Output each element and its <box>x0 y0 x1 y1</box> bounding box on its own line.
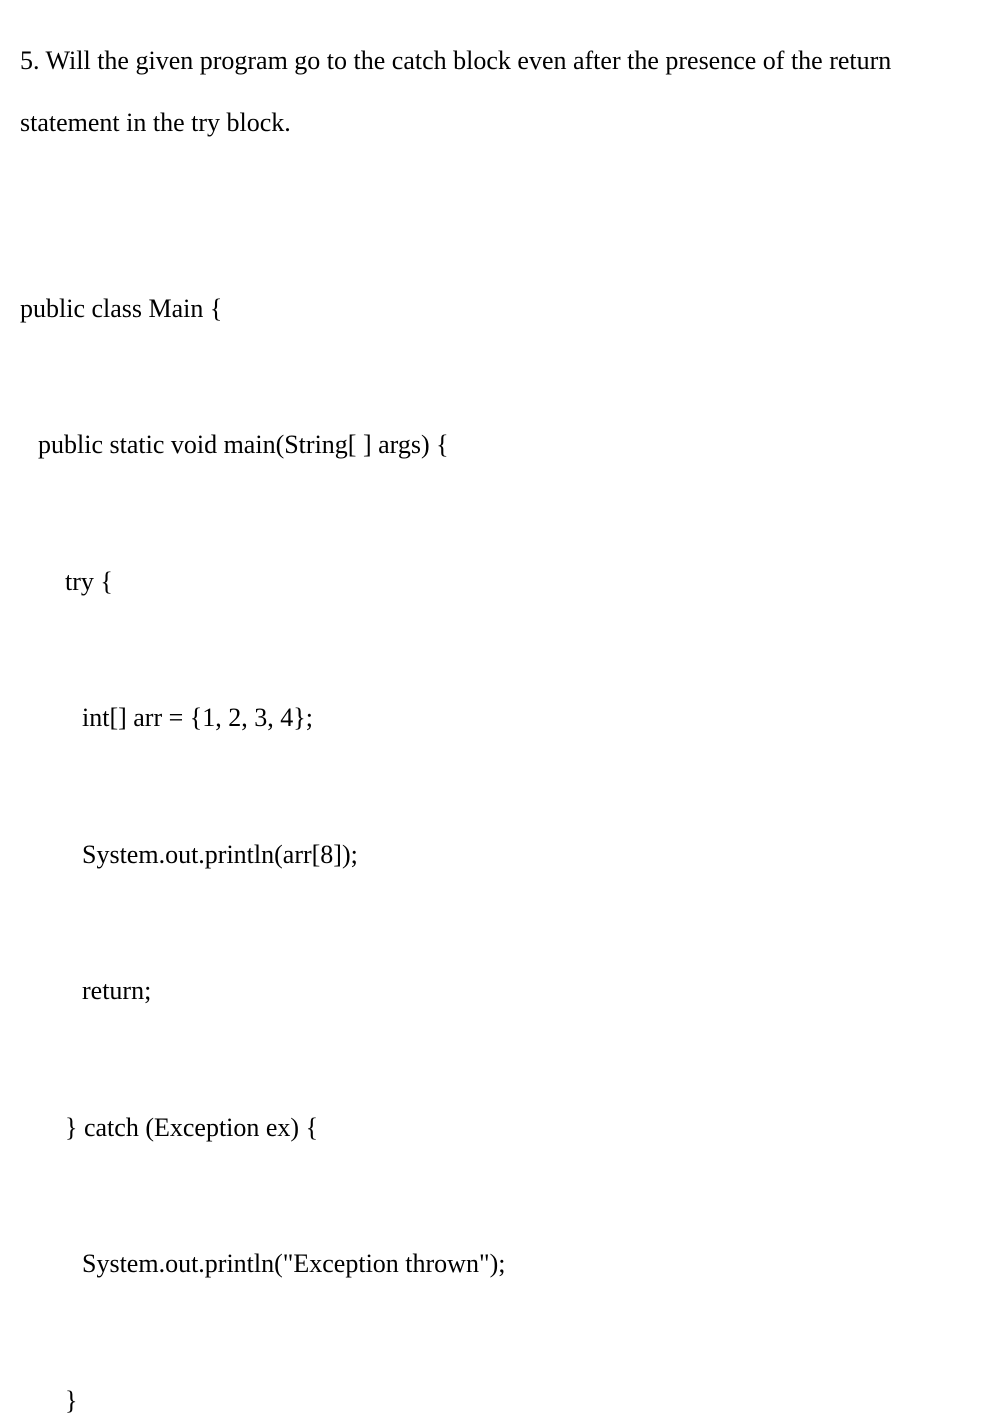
code-line: System.out.println("Exception thrown"); <box>20 1241 972 1287</box>
code-snippet: public class Main { public static void m… <box>20 195 972 1424</box>
code-line: System.out.println(arr[8]); <box>20 832 972 878</box>
code-line: } <box>20 1378 972 1424</box>
question-prompt: 5. Will the given program go to the catc… <box>20 30 972 155</box>
code-line: public class Main { <box>20 286 972 332</box>
code-line: } catch (Exception ex) { <box>20 1105 972 1151</box>
code-line: try { <box>20 559 972 605</box>
code-line: public static void main(String[ ] args) … <box>20 422 972 468</box>
code-line: return; <box>20 968 972 1014</box>
code-line: int[] arr = {1, 2, 3, 4}; <box>20 695 972 741</box>
question-number: 5. <box>20 46 40 75</box>
question-text-content: Will the given program go to the catch b… <box>20 46 891 137</box>
